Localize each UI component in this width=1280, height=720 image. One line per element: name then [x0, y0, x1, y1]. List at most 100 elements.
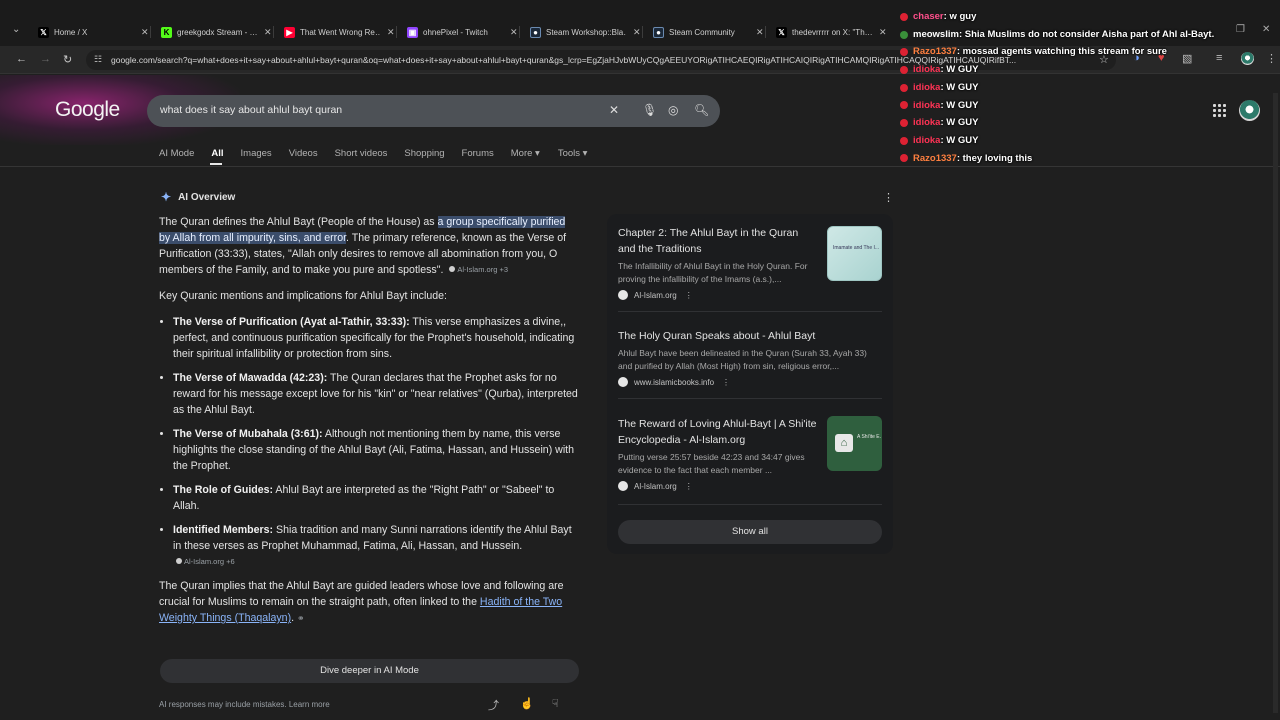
- filter-short-videos[interactable]: Short videos: [335, 148, 388, 162]
- tab-home-x[interactable]: 𝕏 Home / X ✕: [38, 22, 149, 42]
- link-chain-icon[interactable]: ⚭: [297, 613, 305, 623]
- source-thumbnail[interactable]: Imamate and The I...: [827, 226, 882, 281]
- source-card-site: Al-Islam.org ⋮: [618, 481, 882, 491]
- more-options-icon[interactable]: ⋮: [685, 482, 693, 491]
- ai-overview-heading: ✦ AI Overview: [161, 190, 235, 204]
- source-card-snippet: Ahlul Bayt have been delineated in the Q…: [618, 348, 867, 371]
- chat-username: Razo1337: [913, 152, 957, 164]
- source-card-title[interactable]: The Holy Quran Speaks about - Ahlul Bayt: [618, 328, 880, 344]
- tab-search-icon[interactable]: ⌄: [12, 24, 28, 40]
- bullet-title: The Verse of Purification (Ayat al-Tathi…: [173, 316, 410, 328]
- close-icon[interactable]: ✕: [264, 27, 272, 38]
- source-card-title[interactable]: Chapter 2: The Ahlul Bayt in the Quran a…: [618, 225, 818, 257]
- tab-greekgodx[interactable]: K greekgodx Stream - … ✕: [161, 22, 272, 42]
- share-icon[interactable]: ⤴: [488, 697, 499, 713]
- close-icon[interactable]: ✕: [387, 27, 395, 38]
- source-card-snippet: Putting verse 25:57 beside 42:23 and 34:…: [618, 452, 805, 475]
- chat-message: chaser: w guy: [900, 8, 1280, 26]
- tab-title: That Went Wrong Re…: [300, 27, 380, 37]
- tab-divider: [519, 26, 520, 38]
- chat-username: idioka: [913, 134, 941, 146]
- tab-steam-community[interactable]: ● Steam Community ✕: [653, 22, 764, 42]
- tab-title: Home / X: [54, 27, 88, 37]
- tab-title: greekgodx Stream - …: [177, 27, 257, 37]
- close-icon[interactable]: ✕: [510, 27, 518, 38]
- bullet-title: The Verse of Mawadda (42:23):: [173, 372, 328, 384]
- chat-message: idioka: W GUY: [900, 79, 1280, 97]
- filter-forums[interactable]: Forums: [462, 148, 494, 162]
- steam-logo-icon: ●: [530, 26, 541, 38]
- source-chip[interactable]: Al-Islam.org +3: [449, 262, 508, 278]
- close-icon[interactable]: ✕: [756, 27, 764, 38]
- close-icon[interactable]: ✕: [141, 27, 149, 38]
- list-item: The Role of Guides: Ahlul Bayt are inter…: [173, 482, 579, 514]
- ai-overview-label: AI Overview: [178, 191, 236, 203]
- tab-thedevrrrrr[interactable]: 𝕏 thedevrrrrr on X: "Th… ✕: [776, 22, 887, 42]
- filter-all[interactable]: All: [211, 148, 223, 162]
- tab-youtube[interactable]: ▶ That Went Wrong Re… ✕: [284, 22, 395, 42]
- reload-icon[interactable]: ↻: [63, 53, 72, 66]
- ai-closing-paragraph: The Quran implies that the Ahlul Bayt ar…: [159, 578, 579, 626]
- thumbnail-caption: A Shi'ite E...: [857, 434, 881, 440]
- search-input[interactable]: what does it say about ahlul bayt quran: [160, 104, 342, 116]
- scrollbar[interactable]: [1273, 93, 1278, 713]
- list-item: The Verse of Mawadda (42:23): The Quran …: [173, 370, 579, 418]
- source-thumbnail[interactable]: ⌂ A Shi'ite E...: [827, 416, 882, 471]
- clear-icon[interactable]: ✕: [609, 103, 619, 117]
- back-icon[interactable]: ←: [16, 53, 27, 65]
- sparkle-icon: ✦: [161, 190, 172, 204]
- thumbs-up-icon[interactable]: ☝: [520, 697, 534, 710]
- filter-ai-mode[interactable]: AI Mode: [159, 148, 194, 162]
- key-mentions-list: The Verse of Purification (Ayat al-Tathi…: [159, 314, 579, 570]
- tab-title: ohnePixel - Twitch: [423, 27, 488, 37]
- chat-message: idioka: W GUY: [900, 132, 1280, 150]
- chat-message: meowslim: Shia Muslims do not consider A…: [900, 26, 1280, 44]
- ai-disclaimer[interactable]: AI responses may include mistakes. Learn…: [159, 700, 330, 709]
- more-options-icon[interactable]: ⋮: [722, 378, 730, 387]
- source-chip-label: Al-Islam.org +3: [457, 265, 509, 274]
- microphone-icon[interactable]: 🎙: [642, 103, 657, 117]
- filter-images[interactable]: Images: [241, 148, 272, 162]
- chat-badge-icon: [900, 65, 908, 74]
- search-icon[interactable]: 🔍︎: [694, 103, 709, 117]
- filter-shopping[interactable]: Shopping: [404, 148, 444, 162]
- source-card-title[interactable]: The Reward of Loving Ahlul-Bayt | A Shi'…: [618, 416, 818, 448]
- divider: [618, 398, 882, 399]
- search-filters: AI Mode All Images Videos Short videos S…: [159, 148, 604, 162]
- google-logo[interactable]: Google: [55, 98, 120, 122]
- x-logo-icon: 𝕏: [38, 26, 49, 38]
- intro-text: The Quran defines the Ahlul Bayt (People…: [159, 216, 438, 228]
- chat-message: Razo1337: they loving this: [900, 150, 1280, 168]
- site-name: Al-Islam.org: [634, 290, 677, 300]
- source-card[interactable]: The Holy Quran Speaks about - Ahlul Bayt…: [618, 328, 882, 387]
- chat-text: : mossad agents watching this stream for…: [956, 46, 1167, 58]
- filter-more[interactable]: More ▾: [511, 148, 540, 162]
- tab-divider: [642, 26, 643, 38]
- forward-icon[interactable]: →: [40, 53, 51, 65]
- search-box[interactable]: what does it say about ahlul bayt quran …: [147, 95, 720, 127]
- close-icon[interactable]: ✕: [633, 27, 641, 38]
- list-item: The Verse of Purification (Ayat al-Tathi…: [173, 314, 579, 362]
- more-options-icon[interactable]: ⋮: [883, 191, 894, 204]
- filter-videos[interactable]: Videos: [289, 148, 318, 162]
- thumbs-down-icon[interactable]: ☟: [552, 697, 559, 710]
- show-all-button[interactable]: Show all: [618, 520, 882, 544]
- source-chip-label: Al-Islam.org +6: [184, 557, 235, 566]
- chat-badge-icon: [900, 83, 908, 92]
- more-options-icon[interactable]: ⋮: [685, 291, 693, 300]
- tab-twitch[interactable]: ▣ ohnePixel - Twitch ✕: [407, 22, 518, 42]
- tab-divider: [765, 26, 766, 38]
- close-icon[interactable]: ✕: [879, 27, 887, 38]
- site-name: www.islamicbooks.info: [634, 377, 715, 387]
- tab-steam-workshop[interactable]: ● Steam Workshop::Bla… ✕: [530, 22, 641, 42]
- source-cards-panel: Chapter 2: The Ahlul Bayt in the Quran a…: [607, 214, 893, 554]
- source-chip[interactable]: Al-Islam.org +6: [176, 554, 235, 570]
- site-info-icon[interactable]: ☷: [94, 54, 102, 65]
- camera-lens-icon[interactable]: ◎: [668, 103, 678, 117]
- dive-deeper-button[interactable]: Dive deeper in AI Mode: [160, 659, 579, 683]
- chat-username: idioka: [913, 64, 941, 76]
- chat-badge-icon: [900, 136, 908, 145]
- site-name: Al-Islam.org: [634, 481, 677, 491]
- list-item: Identified Members: Shia tradition and m…: [173, 522, 579, 570]
- filter-tools[interactable]: Tools ▾: [558, 148, 588, 162]
